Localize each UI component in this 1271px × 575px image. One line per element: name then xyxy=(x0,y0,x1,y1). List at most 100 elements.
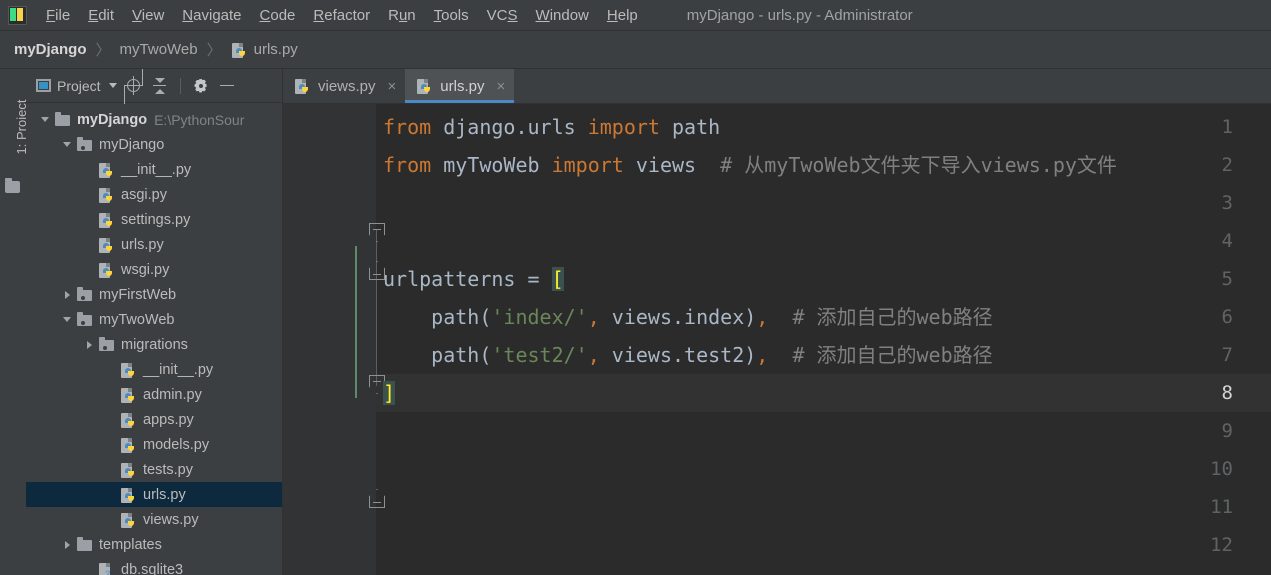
tree-row[interactable]: myDjango xyxy=(26,132,282,157)
chevron-right-icon[interactable] xyxy=(58,290,76,299)
tree-row[interactable]: urls.py xyxy=(26,232,282,257)
editor-gutter[interactable] xyxy=(283,104,376,575)
menu-item-file[interactable]: File xyxy=(37,5,79,26)
chevron-down-icon[interactable] xyxy=(58,142,76,147)
menu-item-run[interactable]: Run xyxy=(379,5,425,26)
project-panel-toolbar: Project xyxy=(26,69,282,103)
tree-row[interactable]: ? db.sqlite3 xyxy=(26,557,282,575)
code-token: path( xyxy=(383,343,492,367)
code-token: 'test2/' xyxy=(491,343,588,367)
editor-tab-label: views.py xyxy=(318,77,376,95)
tree-row[interactable]: views.py xyxy=(26,507,282,532)
breadcrumb-item-file[interactable]: urls.py xyxy=(254,41,298,58)
python-file-icon xyxy=(98,262,116,278)
target-icon[interactable] xyxy=(123,75,145,97)
pycharm-window: File Edit View Navigate Code Refactor Run Tools… xyxy=(0,0,1271,575)
minimize-icon[interactable] xyxy=(216,75,238,97)
code-token: import xyxy=(551,153,624,177)
tree-row[interactable]: __init__.py xyxy=(26,357,282,382)
tree-row[interactable]: myTwoWeb xyxy=(26,307,282,332)
code-token: # 添加自己的web路径 xyxy=(792,305,993,329)
code-token: views xyxy=(623,153,721,177)
breadcrumb-item-project[interactable]: myDjango xyxy=(14,41,87,58)
code-line: path('index/', views.index), # 添加自己的web路… xyxy=(383,298,1271,336)
code-token: , xyxy=(587,305,600,329)
tool-window-strip-left: 1: Project xyxy=(0,69,29,245)
tree-row-label: urls.py xyxy=(121,236,164,253)
breadcrumb: myDjango 〉 myTwoWeb 〉 urls.py xyxy=(0,31,1271,69)
tree-row-label: asgi.py xyxy=(121,186,167,203)
folder-icon[interactable] xyxy=(5,178,20,193)
code-token: views.index) xyxy=(599,305,757,329)
close-icon[interactable]: × xyxy=(388,79,397,94)
code-text[interactable]: from django.urls import path from myTwoWe… xyxy=(383,108,1271,575)
tree-row[interactable]: asgi.py xyxy=(26,182,282,207)
code-token: 'index/' xyxy=(491,305,588,329)
code-token: from xyxy=(383,115,432,139)
project-tree: myDjango E:\PythonSour myDjango __init__.py… xyxy=(26,103,282,575)
code-line: from myTwoWeb import views # 从myTwoWeb文件… xyxy=(383,146,1271,184)
tree-row-label: apps.py xyxy=(143,411,194,428)
python-file-icon xyxy=(294,78,312,94)
tree-row[interactable]: admin.py xyxy=(26,382,282,407)
code-line: ] xyxy=(383,374,1271,412)
menu-item-refactor[interactable]: Refactor xyxy=(304,5,379,26)
code-token: , xyxy=(756,305,769,329)
editor-tab-views-py[interactable]: views.py × xyxy=(283,69,405,103)
collapse-all-icon[interactable] xyxy=(149,75,171,97)
tree-row[interactable]: models.py xyxy=(26,432,282,457)
editor-tab-label: urls.py xyxy=(440,77,485,95)
gear-icon[interactable] xyxy=(190,75,212,97)
tree-row[interactable]: myFirstWeb xyxy=(26,282,282,307)
tree-row[interactable]: wsgi.py xyxy=(26,257,282,282)
code-token: from xyxy=(383,153,432,177)
editor-tab-bar: views.py × urls.py × xyxy=(283,69,1271,104)
tree-row-label: views.py xyxy=(143,511,199,528)
tree-row[interactable]: urls.py xyxy=(26,482,282,507)
breadcrumb-item-package[interactable]: myTwoWeb xyxy=(120,41,198,58)
tree-row[interactable]: migrations xyxy=(26,332,282,357)
chevron-right-icon[interactable] xyxy=(58,540,76,549)
tree-row[interactable]: myDjango E:\PythonSour xyxy=(26,107,282,132)
menu-item-navigate[interactable]: Navigate xyxy=(173,5,250,26)
module-folder-icon xyxy=(98,336,116,353)
editor-tab-urls-py[interactable]: urls.py × xyxy=(405,69,515,103)
close-icon[interactable]: × xyxy=(496,79,505,94)
tree-row-label: models.py xyxy=(143,436,210,453)
chevron-down-icon[interactable] xyxy=(58,317,76,322)
menu-item-edit[interactable]: Edit xyxy=(79,5,123,26)
code-token: , xyxy=(587,343,600,367)
menu-item-view[interactable]: View xyxy=(123,5,173,26)
code-editor[interactable]: 12345678910111213 from django.urls impor… xyxy=(283,104,1271,575)
python-file-icon xyxy=(120,362,138,378)
module-folder-icon xyxy=(76,311,94,328)
vcs-change-marker xyxy=(355,246,357,398)
tree-row[interactable]: apps.py xyxy=(26,407,282,432)
chevron-down-icon[interactable] xyxy=(36,117,54,122)
python-file-icon xyxy=(120,387,138,403)
chevron-right-icon[interactable] xyxy=(80,340,98,349)
breadcrumb-separator-icon: 〉 xyxy=(206,42,222,59)
tree-row[interactable]: templates xyxy=(26,532,282,557)
tree-row[interactable]: settings.py xyxy=(26,207,282,232)
folder-icon xyxy=(76,536,94,553)
project-view-selector[interactable]: Project xyxy=(32,76,121,96)
menu-item-vcs[interactable]: VCS xyxy=(478,5,527,26)
menu-item-help[interactable]: Help xyxy=(598,5,647,26)
code-token: myTwoWeb xyxy=(431,153,552,177)
tree-row[interactable]: __init__.py xyxy=(26,157,282,182)
tree-row-label: templates xyxy=(99,536,162,553)
tree-row-label: settings.py xyxy=(121,211,191,228)
menu-item-code[interactable]: Code xyxy=(251,5,305,26)
menu-item-window[interactable]: Window xyxy=(527,5,598,26)
tree-row-label: myFirstWeb xyxy=(99,286,177,303)
tree-row-label: myDjango xyxy=(99,136,165,153)
menu-item-tools[interactable]: Tools xyxy=(425,5,478,26)
menu-bar: File Edit View Navigate Code Refactor Run Tools… xyxy=(0,0,1271,31)
tree-row[interactable]: tests.py xyxy=(26,457,282,482)
tree-row-label: urls.py xyxy=(143,486,186,503)
code-token: views.test2) xyxy=(599,343,757,367)
